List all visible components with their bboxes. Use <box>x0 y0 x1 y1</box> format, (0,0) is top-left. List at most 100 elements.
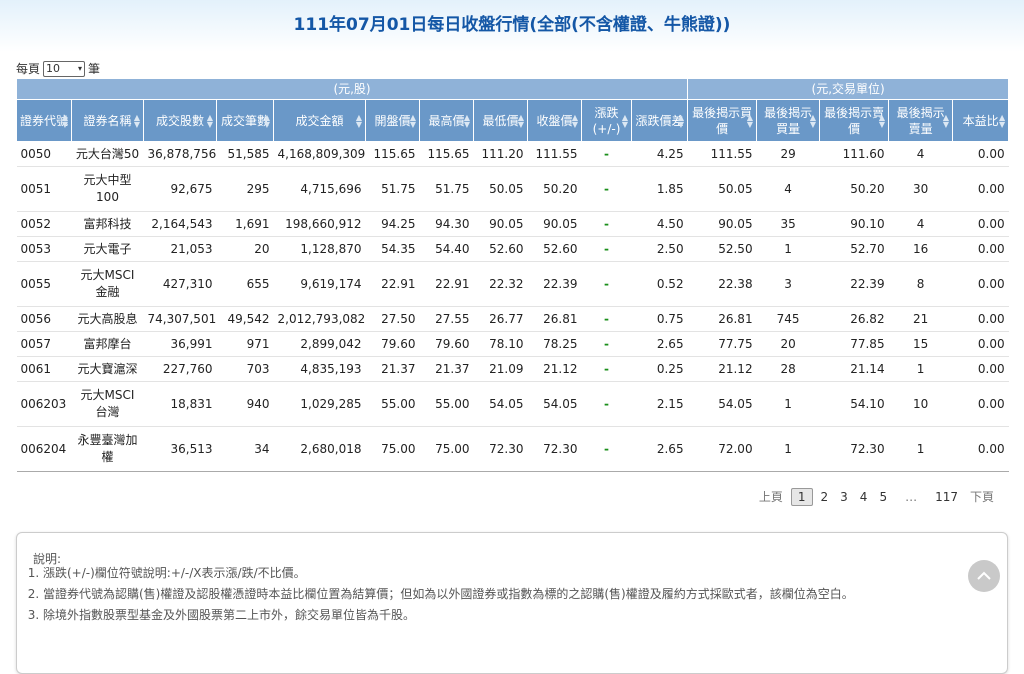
cell-volume: 36,991 <box>143 331 217 357</box>
sort-icon: ▲ ▼ <box>621 112 628 129</box>
title-day-unit: 日每日收盤行情 <box>410 15 530 35</box>
cell-ask: 72.30 <box>819 426 889 472</box>
cell-bid: 21.12 <box>687 356 757 382</box>
cell-name: 永豐臺灣加權 <box>71 426 144 472</box>
cell-close: 111.55 <box>527 141 582 167</box>
column-header-10[interactable]: 漲跌價差 ▲ ▼ <box>630 99 689 142</box>
sort-icon: ▲ ▼ <box>878 112 886 129</box>
notes-box: 說明: 漲跌(+/-)欄位符號說明:+/-/X表示漲/跌/不比價。當證券代號為認… <box>16 532 1008 674</box>
cell-high: 55.00 <box>419 381 474 427</box>
cell-change: 2.65 <box>631 331 688 357</box>
cell-ask: 90.10 <box>819 211 889 237</box>
cell-ask: 50.20 <box>819 166 889 212</box>
cell-pe: 0.00 <box>952 331 1009 357</box>
cell-volume: 18,831 <box>143 381 217 427</box>
cell-name: 元大中型100 <box>71 166 144 212</box>
unit-header-right: (元,交易單位) <box>687 78 1010 100</box>
cell-low: 50.05 <box>473 166 528 212</box>
cell-name: 元大MSCI金融 <box>71 261 144 307</box>
column-header-11[interactable]: 最後揭示買價 ▲ ▼ <box>687 99 758 142</box>
column-header-7[interactable]: 最低價 ▲ ▼ <box>473 99 528 142</box>
column-header-label: 成交股數 <box>155 113 204 128</box>
per-page-control: 每頁 10 ▾ 筆 <box>16 60 100 77</box>
cell-close: 90.05 <box>527 211 582 237</box>
column-header-label: 最後揭示賣量 <box>896 105 945 136</box>
column-header-4[interactable]: 成交金額 ▲ ▼ <box>273 99 366 142</box>
table-row: 0061 元大寶滬深 227,760 703 4,835,193 21.37 21.37 21… <box>16 356 1009 382</box>
cell-pe: 0.00 <box>952 141 1009 167</box>
cell-code: 006204 <box>16 426 72 472</box>
cell-close: 52.60 <box>527 236 582 262</box>
page-link-3[interactable]: 3 <box>834 488 854 506</box>
cell-bid-vol: 3 <box>756 261 820 307</box>
sort-icon: ▲ ▼ <box>517 112 524 129</box>
cell-code: 0061 <box>16 356 72 382</box>
cell-change: 0.52 <box>631 261 688 307</box>
cell-low: 78.10 <box>473 331 528 357</box>
sort-icon: ▲ ▼ <box>263 112 270 129</box>
page-link-1[interactable]: 1 <box>790 487 813 506</box>
cell-volume: 427,310 <box>143 261 217 307</box>
column-header-12[interactable]: 最後揭示買量 ▲ ▼ <box>756 99 821 142</box>
cell-open: 27.50 <box>365 306 420 332</box>
table-row: 0053 元大電子 21,053 20 1,128,870 54.35 54.40 52.60… <box>16 236 1009 262</box>
column-header-label: 最後揭示買價 <box>692 105 753 136</box>
column-header-label: 開盤價 <box>374 113 411 128</box>
cell-trades: 703 <box>216 356 274 382</box>
column-header-6[interactable]: 最高價 ▲ ▼ <box>419 99 474 142</box>
cell-name: 元大MSCI台灣 <box>71 381 144 427</box>
column-header-15[interactable]: 本益比 ▲ ▼ <box>952 99 1010 142</box>
cell-pe: 0.00 <box>952 211 1009 237</box>
cell-change: 2.65 <box>631 426 688 472</box>
column-header-5[interactable]: 開盤價 ▲ ▼ <box>365 99 420 142</box>
column-header-9[interactable]: 漲跌(+/-) ▲ ▼ <box>581 99 632 142</box>
cell-ask-vol: 10 <box>888 381 953 427</box>
column-header-13[interactable]: 最後揭示賣價 ▲ ▼ <box>819 99 890 142</box>
cell-bid: 90.05 <box>687 211 757 237</box>
cell-open: 51.75 <box>365 166 420 212</box>
column-header-label: 漲跌(+/-) <box>592 105 621 136</box>
page-link-5[interactable]: 5 <box>873 488 893 506</box>
cell-trades: 51,585 <box>216 141 274 167</box>
cell-bid: 26.81 <box>687 306 757 332</box>
column-header-1[interactable]: 證券名稱 ▲ ▼ <box>71 99 144 142</box>
cell-code: 0055 <box>16 261 72 307</box>
cell-bid-vol: 20 <box>756 331 820 357</box>
cell-pe: 0.00 <box>952 306 1009 332</box>
last-page-link[interactable]: 117 <box>929 488 964 506</box>
column-header-8[interactable]: 收盤價 ▲ ▼ <box>527 99 582 142</box>
cell-change: 4.50 <box>631 211 688 237</box>
sort-icon: ▲ ▼ <box>942 112 950 129</box>
cell-change: 2.15 <box>631 381 688 427</box>
page-link-2[interactable]: 2 <box>815 488 835 506</box>
per-page-select[interactable]: 10 ▾ <box>43 60 86 77</box>
column-header-2[interactable]: 成交股數 ▲ ▼ <box>143 99 217 142</box>
note-item: 當證券代號為認購(售)權證及認股權憑證時本益比欄位置為結算價；但如為以外國證券或… <box>43 584 854 605</box>
column-header-14[interactable]: 最後揭示賣量 ▲ ▼ <box>888 99 954 142</box>
cell-value: 2,012,793,082 <box>273 306 366 332</box>
cell-bid: 22.38 <box>687 261 757 307</box>
prev-page-link[interactable]: 上頁 <box>753 486 789 507</box>
cell-sign: - <box>581 426 632 472</box>
column-header-3[interactable]: 成交筆數 ▲ ▼ <box>216 99 274 142</box>
title-scope: (全部(不含權證、牛熊證)) <box>529 15 731 35</box>
cell-bid-vol: 29 <box>756 141 820 167</box>
column-header-label: 最低價 <box>482 113 519 128</box>
column-header-0[interactable]: 證券代號 ▲ ▼ <box>16 99 72 142</box>
title-year-unit: 年 <box>329 15 347 35</box>
cell-ask-vol: 15 <box>888 331 953 357</box>
cell-volume: 21,053 <box>143 236 217 262</box>
page-link-4[interactable]: 4 <box>854 488 874 506</box>
table-row: 0051 元大中型100 92,675 295 4,715,696 51.75 51.75 5… <box>16 166 1009 212</box>
cell-trades: 34 <box>216 426 274 472</box>
cell-open: 55.00 <box>365 381 420 427</box>
per-page-suffix: 筆 <box>88 62 101 76</box>
cell-ask-vol: 1 <box>888 356 953 382</box>
cell-pe: 0.00 <box>952 166 1009 212</box>
cell-low: 22.32 <box>473 261 528 307</box>
column-header-label: 成交筆數 <box>220 113 269 128</box>
sort-icon: ▲ ▼ <box>61 112 68 129</box>
cell-change: 2.50 <box>631 236 688 262</box>
back-to-top-button[interactable] <box>968 560 1000 592</box>
next-page-link[interactable]: 下頁 <box>964 486 1000 507</box>
